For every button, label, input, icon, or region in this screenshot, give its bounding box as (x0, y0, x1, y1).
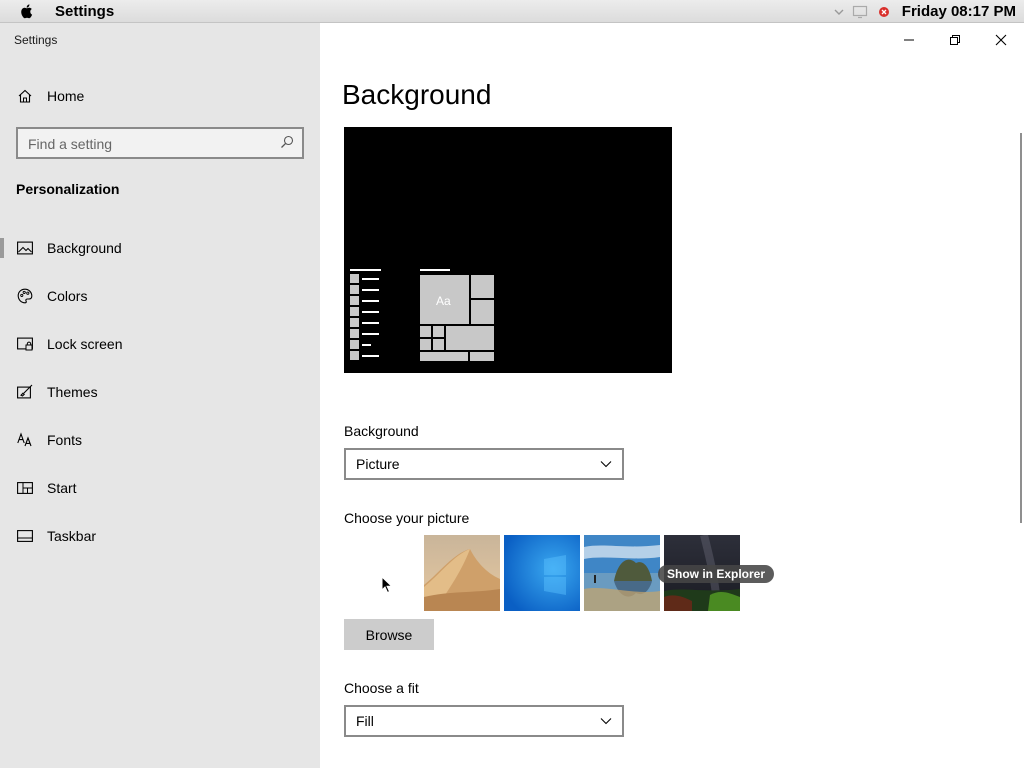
sidebar-item-label: Lock screen (47, 336, 123, 352)
search-box[interactable] (16, 127, 304, 159)
show-in-explorer-tooltip[interactable]: Show in Explorer (658, 565, 775, 583)
background-preview: Aa (344, 127, 672, 373)
chevron-down-icon (600, 718, 612, 725)
menu-bar-status-area: Friday 08:17 PM (834, 0, 1016, 23)
picture-thumbnail-desert[interactable] (424, 535, 500, 611)
sidebar-item-themes[interactable]: Themes (0, 372, 320, 412)
start-icon (17, 480, 33, 496)
sidebar-item-start[interactable]: Start (0, 468, 320, 508)
sidebar-item-background[interactable]: Background (0, 228, 320, 268)
sidebar-item-label: Home (47, 88, 85, 104)
home-icon (17, 88, 33, 104)
close-button[interactable] (986, 31, 1016, 49)
sidebar-item-taskbar[interactable]: Taskbar (0, 516, 320, 556)
sidebar-item-colors[interactable]: Colors (0, 276, 320, 316)
main-content: Background Aa Background Picture Choose … (320, 23, 1024, 768)
lock-screen-icon (17, 336, 33, 352)
minimize-icon (904, 39, 914, 41)
search-icon[interactable] (280, 135, 294, 149)
picture-thumbnail-windows-blue[interactable] (504, 535, 580, 611)
restore-button[interactable] (940, 31, 970, 49)
screen-icon[interactable] (852, 5, 870, 19)
window-title: Settings (14, 33, 58, 47)
sidebar: Settings Home Personalization Background… (0, 23, 320, 768)
sidebar-item-label: Taskbar (47, 528, 97, 544)
apple-icon[interactable] (18, 2, 36, 20)
close-icon (995, 34, 1007, 46)
picture-thumbnail-beach[interactable] (584, 535, 660, 611)
taskbar-icon (17, 528, 33, 544)
background-dropdown-value: Picture (356, 456, 400, 472)
search-input[interactable] (18, 129, 280, 159)
sidebar-item-lock-screen[interactable]: Lock screen (0, 324, 320, 364)
choose-fit-label: Choose a fit (344, 680, 419, 696)
section-heading: Personalization (16, 181, 120, 197)
sidebar-item-label: Start (47, 480, 77, 496)
chevron-down-icon[interactable] (834, 8, 844, 16)
error-badge-icon[interactable] (878, 6, 890, 18)
menu-bar: Settings Friday 08:17 PM (0, 0, 1024, 23)
preview-tile-text: Aa (436, 294, 451, 308)
chevron-down-icon (600, 461, 612, 468)
choose-picture-label: Choose your picture (344, 510, 470, 526)
background-dropdown[interactable]: Picture (344, 448, 624, 480)
scrollbar[interactable] (1020, 133, 1022, 523)
background-label: Background (344, 423, 419, 439)
minimize-button[interactable] (894, 31, 924, 49)
picture-icon (17, 240, 33, 256)
browse-button[interactable]: Browse (344, 619, 434, 650)
fit-dropdown-value: Fill (356, 713, 374, 729)
mouse-cursor-icon (381, 576, 393, 594)
sidebar-item-label: Themes (47, 384, 98, 400)
sidebar-item-label: Colors (47, 288, 88, 304)
brush-icon (17, 384, 33, 400)
sidebar-item-fonts[interactable]: Fonts (0, 420, 320, 460)
sidebar-item-label: Background (47, 240, 122, 256)
sidebar-item-label: Fonts (47, 432, 83, 448)
fit-dropdown[interactable]: Fill (344, 705, 624, 737)
restore-icon (950, 35, 960, 45)
menu-bar-clock[interactable]: Friday 08:17 PM (902, 3, 1016, 20)
palette-icon (17, 288, 33, 304)
sidebar-item-home[interactable]: Home (0, 76, 320, 116)
page-title: Background (342, 79, 492, 110)
fonts-icon (17, 432, 33, 448)
start-menu-preview (350, 269, 494, 361)
menu-bar-app-name[interactable]: Settings (55, 3, 114, 20)
